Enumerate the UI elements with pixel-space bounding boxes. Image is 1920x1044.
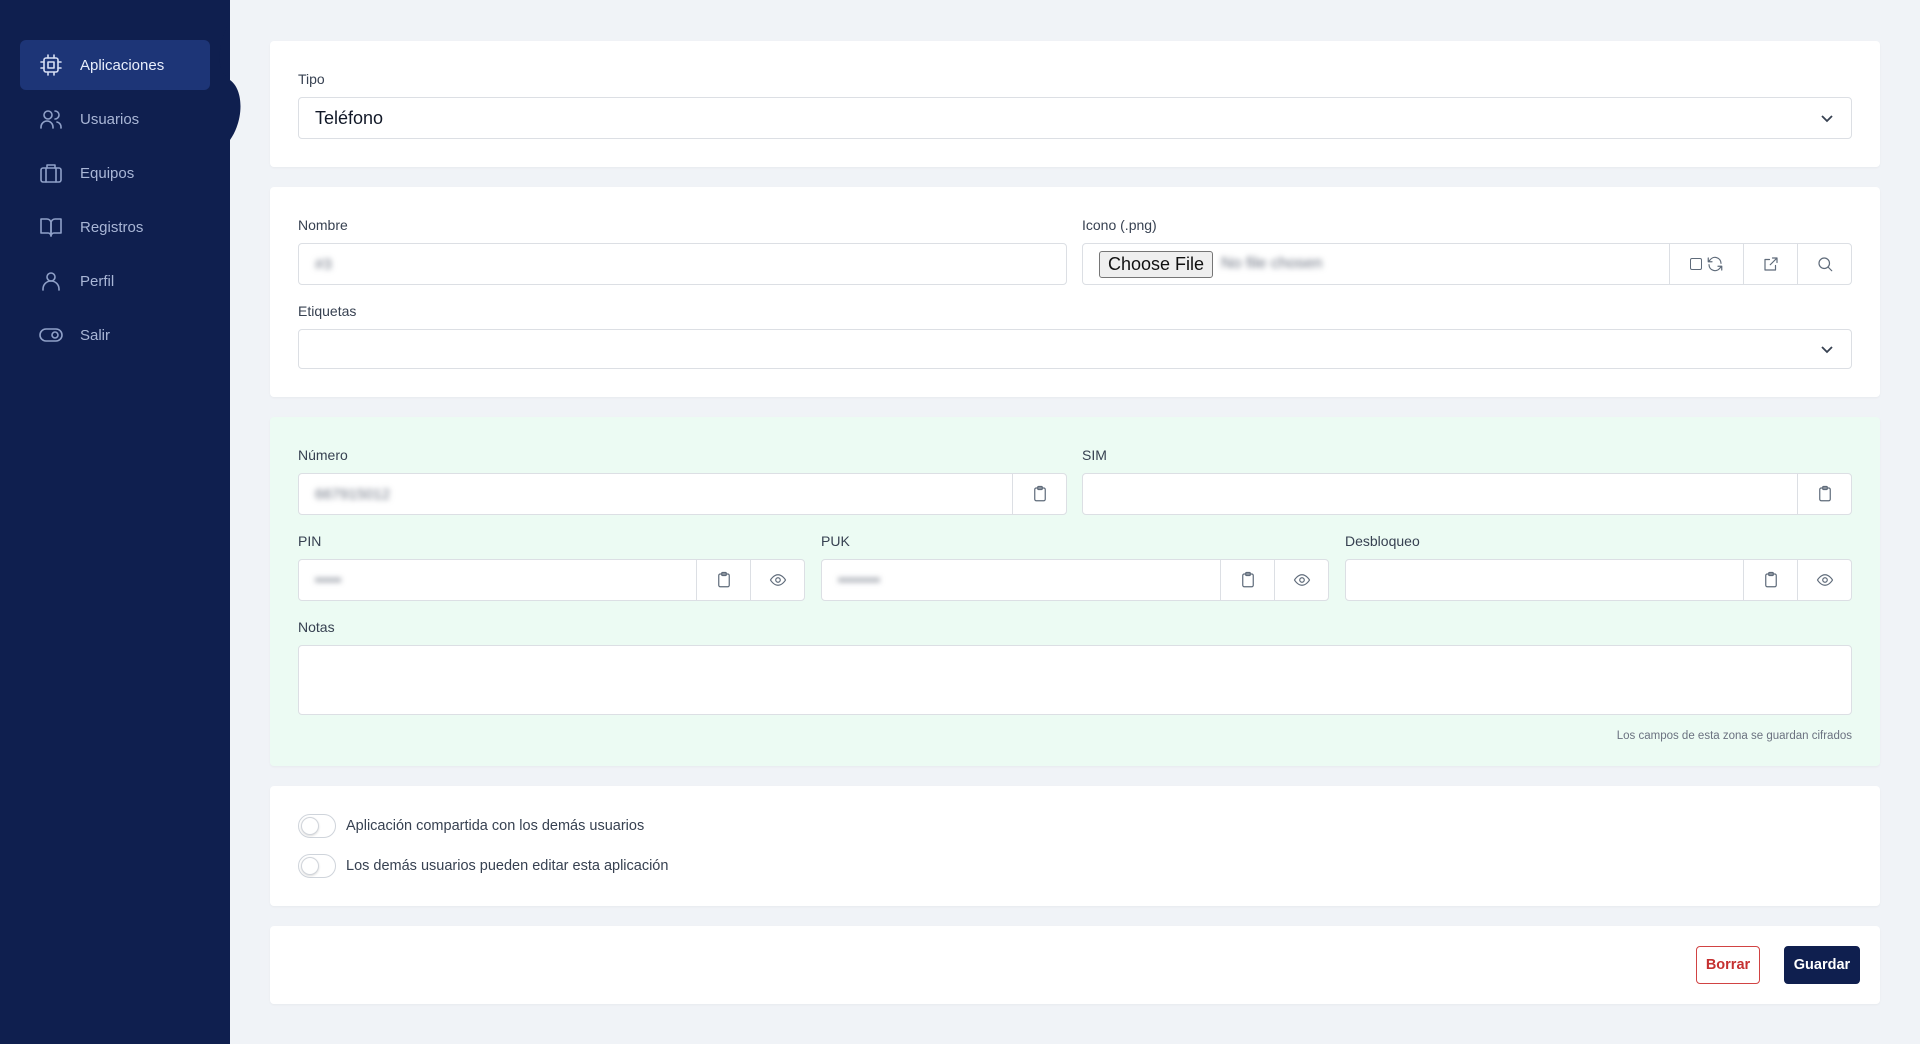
puk-input[interactable]: ••••••••	[821, 559, 1329, 601]
puk-value: ••••••••	[838, 571, 881, 589]
delete-button[interactable]: Borrar	[1696, 946, 1760, 984]
sidebar-item-usuarios[interactable]: Usuarios	[20, 94, 210, 144]
open-external-button[interactable]	[1743, 244, 1797, 284]
copy-puk-button[interactable]	[1220, 560, 1274, 600]
sidebar-nav: Aplicaciones Usuarios Equipos Registros …	[20, 40, 210, 364]
tipo-label: Tipo	[298, 71, 325, 87]
shared-toggle-row: Aplicación compartida con los demás usua…	[298, 814, 644, 838]
sharing-card: Aplicación compartida con los demás usua…	[270, 786, 1880, 906]
clipboard-icon	[1033, 485, 1046, 502]
no-file-text: No file chosen	[1221, 255, 1323, 272]
chevron-down-icon	[1819, 110, 1835, 126]
chevron-down-icon	[1819, 341, 1835, 357]
clipboard-icon	[1241, 571, 1254, 588]
sim-input[interactable]	[1082, 473, 1852, 515]
sidebar-item-label: Equipos	[80, 164, 135, 182]
show-pin-button[interactable]	[750, 560, 804, 600]
show-puk-button[interactable]	[1274, 560, 1328, 600]
sidebar-item-salir[interactable]: Salir	[20, 310, 210, 360]
nombre-label: Nombre	[298, 217, 348, 233]
sidebar-item-aplicaciones[interactable]: Aplicaciones	[20, 40, 210, 90]
pin-input[interactable]: •••••	[298, 559, 805, 601]
shared-label: Aplicación compartida con los demás usua…	[346, 818, 645, 834]
sidebar-item-label: Aplicaciones	[80, 56, 165, 74]
encrypted-card: Número 667915012 SIM PIN ••••• PUK •••••…	[270, 417, 1880, 766]
numero-input[interactable]: 667915012	[298, 473, 1067, 515]
reset-icon-button[interactable]	[1669, 244, 1743, 284]
sidebar-item-equipos[interactable]: Equipos	[20, 148, 210, 198]
sidebar-item-label: Perfil	[80, 272, 115, 290]
etiquetas-label: Etiquetas	[298, 303, 357, 319]
users-icon	[38, 106, 64, 132]
save-button[interactable]: Guardar	[1784, 946, 1860, 984]
icono-file-input[interactable]: Choose File No file chosen	[1082, 243, 1852, 285]
search-icon	[1817, 257, 1832, 272]
clipboard-icon	[1818, 485, 1831, 502]
pin-label: PIN	[298, 533, 322, 549]
eye-icon	[1293, 574, 1310, 586]
desbloqueo-label: Desbloqueo	[1345, 533, 1420, 549]
etiquetas-select[interactable]	[298, 329, 1852, 369]
sidebar-item-label: Salir	[80, 326, 111, 344]
sidebar-item-perfil[interactable]: Perfil	[20, 256, 210, 306]
eye-icon	[1816, 574, 1833, 586]
editable-toggle-row: Los demás usuarios pueden editar esta ap…	[298, 854, 668, 878]
pin-value: •••••	[315, 571, 342, 589]
refresh-icon	[1707, 256, 1722, 272]
general-card: Nombre #3 Icono (.png) Choose File No fi…	[270, 187, 1880, 397]
actions-card: Borrar Guardar	[270, 926, 1880, 1004]
encrypted-hint: Los campos de esta zona se guardan cifra…	[1616, 730, 1852, 742]
search-icon-button[interactable]	[1797, 244, 1851, 284]
sidebar: Aplicaciones Usuarios Equipos Registros …	[0, 0, 230, 1044]
book-icon	[38, 214, 64, 240]
shared-toggle[interactable]	[298, 814, 336, 838]
nombre-value: #3	[315, 255, 332, 273]
sidebar-item-label: Registros	[80, 218, 144, 236]
toggle-icon	[38, 322, 64, 348]
tipo-value: Teléfono	[315, 107, 384, 128]
chip-icon	[38, 52, 64, 78]
clipboard-icon	[1764, 571, 1777, 588]
show-desbloqueo-button[interactable]	[1797, 560, 1851, 600]
sidebar-item-label: Usuarios	[80, 110, 140, 128]
copy-pin-button[interactable]	[696, 560, 750, 600]
desbloqueo-input[interactable]	[1345, 559, 1852, 601]
puk-label: PUK	[821, 533, 850, 549]
choose-file-button[interactable]: Choose File	[1099, 250, 1214, 278]
checkbox-icon[interactable]	[1689, 258, 1702, 270]
sim-label: SIM	[1082, 447, 1107, 463]
clipboard-icon	[717, 571, 730, 588]
nombre-input[interactable]: #3	[298, 243, 1067, 285]
external-link-icon	[1763, 257, 1778, 271]
user-icon	[38, 268, 64, 294]
notas-textarea[interactable]	[298, 645, 1852, 715]
copy-sim-button[interactable]	[1797, 474, 1851, 514]
tipo-card: Tipo Teléfono	[270, 41, 1880, 167]
editable-label: Los demás usuarios pueden editar esta ap…	[346, 858, 669, 874]
briefcase-icon	[38, 160, 64, 186]
numero-value: 667915012	[315, 485, 391, 503]
sidebar-item-registros[interactable]: Registros	[20, 202, 210, 252]
numero-label: Número	[298, 447, 348, 463]
sidebar-curve	[219, 20, 241, 140]
tipo-select[interactable]: Teléfono	[298, 97, 1852, 139]
icono-label: Icono (.png)	[1082, 217, 1157, 233]
notas-label: Notas	[298, 619, 335, 635]
copy-desbloqueo-button[interactable]	[1743, 560, 1797, 600]
editable-toggle[interactable]	[298, 854, 336, 878]
eye-icon	[769, 574, 786, 586]
copy-numero-button[interactable]	[1012, 474, 1066, 514]
